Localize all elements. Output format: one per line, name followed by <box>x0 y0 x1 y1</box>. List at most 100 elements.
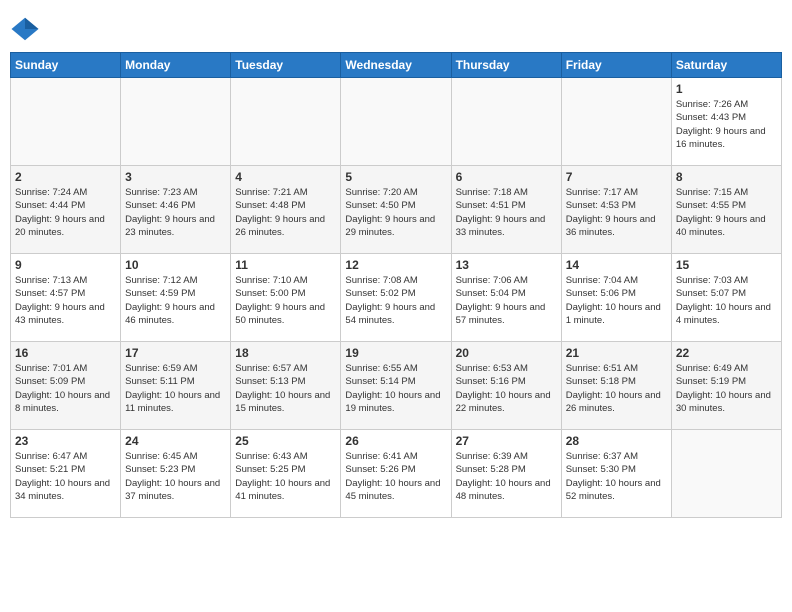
day-number: 5 <box>345 170 446 184</box>
day-info: Sunrise: 7:10 AM Sunset: 5:00 PM Dayligh… <box>235 274 336 327</box>
day-info: Sunrise: 7:06 AM Sunset: 5:04 PM Dayligh… <box>456 274 557 327</box>
day-number: 20 <box>456 346 557 360</box>
weekday-header: Wednesday <box>341 53 451 78</box>
day-number: 9 <box>15 258 116 272</box>
day-info: Sunrise: 6:53 AM Sunset: 5:16 PM Dayligh… <box>456 362 557 415</box>
calendar-cell: 21 Sunrise: 6:51 AM Sunset: 5:18 PM Dayli… <box>561 342 671 430</box>
day-info: Sunrise: 7:24 AM Sunset: 4:44 PM Dayligh… <box>15 186 116 239</box>
calendar-cell <box>561 78 671 166</box>
day-info: Sunrise: 7:21 AM Sunset: 4:48 PM Dayligh… <box>235 186 336 239</box>
day-info: Sunrise: 6:59 AM Sunset: 5:11 PM Dayligh… <box>125 362 226 415</box>
calendar-week-row: 1 Sunrise: 7:26 AM Sunset: 4:43 PM Daylig… <box>11 78 782 166</box>
weekday-header: Thursday <box>451 53 561 78</box>
calendar-cell: 23 Sunrise: 6:47 AM Sunset: 5:21 PM Dayli… <box>11 430 121 518</box>
calendar-cell: 20 Sunrise: 6:53 AM Sunset: 5:16 PM Dayli… <box>451 342 561 430</box>
day-number: 3 <box>125 170 226 184</box>
calendar-cell: 26Sunrise: 6:41 AM Sunset: 5:26 PM Dayli… <box>341 430 451 518</box>
weekday-header: Friday <box>561 53 671 78</box>
day-info: Sunrise: 6:39 AM Sunset: 5:28 PM Dayligh… <box>456 450 557 503</box>
day-number: 26 <box>345 434 446 448</box>
calendar-cell: 27 Sunrise: 6:39 AM Sunset: 5:28 PM Dayli… <box>451 430 561 518</box>
calendar-cell: 10 Sunrise: 7:12 AM Sunset: 4:59 PM Dayli… <box>121 254 231 342</box>
day-number: 15 <box>676 258 777 272</box>
calendar-cell: 6Sunrise: 7:18 AM Sunset: 4:51 PM Daylig… <box>451 166 561 254</box>
calendar-cell: 3 Sunrise: 7:23 AM Sunset: 4:46 PM Daylig… <box>121 166 231 254</box>
weekday-header: Sunday <box>11 53 121 78</box>
day-number: 8 <box>676 170 777 184</box>
calendar-week-row: 9 Sunrise: 7:13 AM Sunset: 4:57 PM Daylig… <box>11 254 782 342</box>
day-number: 19 <box>345 346 446 360</box>
day-number: 28 <box>566 434 667 448</box>
day-info: Sunrise: 6:55 AM Sunset: 5:14 PM Dayligh… <box>345 362 446 415</box>
calendar-cell: 28 Sunrise: 6:37 AM Sunset: 5:30 PM Dayli… <box>561 430 671 518</box>
calendar-cell: 22 Sunrise: 6:49 AM Sunset: 5:19 PM Dayli… <box>671 342 781 430</box>
calendar-cell <box>341 78 451 166</box>
logo-icon <box>10 14 40 44</box>
day-info: Sunrise: 7:12 AM Sunset: 4:59 PM Dayligh… <box>125 274 226 327</box>
day-number: 18 <box>235 346 336 360</box>
calendar-cell: 19 Sunrise: 6:55 AM Sunset: 5:14 PM Dayli… <box>341 342 451 430</box>
calendar-cell: 12Sunrise: 7:08 AM Sunset: 5:02 PM Dayli… <box>341 254 451 342</box>
calendar-cell <box>11 78 121 166</box>
calendar-cell: 2 Sunrise: 7:24 AM Sunset: 4:44 PM Daylig… <box>11 166 121 254</box>
calendar-cell: 25 Sunrise: 6:43 AM Sunset: 5:25 PM Dayli… <box>231 430 341 518</box>
day-info: Sunrise: 7:04 AM Sunset: 5:06 PM Dayligh… <box>566 274 667 327</box>
day-info: Sunrise: 6:51 AM Sunset: 5:18 PM Dayligh… <box>566 362 667 415</box>
page-header <box>10 10 782 44</box>
calendar-cell: 16 Sunrise: 7:01 AM Sunset: 5:09 PM Dayli… <box>11 342 121 430</box>
day-info: Sunrise: 7:23 AM Sunset: 4:46 PM Dayligh… <box>125 186 226 239</box>
day-info: Sunrise: 7:01 AM Sunset: 5:09 PM Dayligh… <box>15 362 116 415</box>
calendar-cell: 14 Sunrise: 7:04 AM Sunset: 5:06 PM Dayli… <box>561 254 671 342</box>
day-number: 21 <box>566 346 667 360</box>
calendar-week-row: 23 Sunrise: 6:47 AM Sunset: 5:21 PM Dayli… <box>11 430 782 518</box>
calendar-cell: 5 Sunrise: 7:20 AM Sunset: 4:50 PM Daylig… <box>341 166 451 254</box>
calendar-cell: 24 Sunrise: 6:45 AM Sunset: 5:23 PM Dayli… <box>121 430 231 518</box>
day-number: 25 <box>235 434 336 448</box>
day-info: Sunrise: 7:13 AM Sunset: 4:57 PM Dayligh… <box>15 274 116 327</box>
calendar-cell: 15 Sunrise: 7:03 AM Sunset: 5:07 PM Dayli… <box>671 254 781 342</box>
day-info: Sunrise: 6:43 AM Sunset: 5:25 PM Dayligh… <box>235 450 336 503</box>
calendar-header-row: SundayMondayTuesdayWednesdayThursdayFrid… <box>11 53 782 78</box>
day-info: Sunrise: 6:47 AM Sunset: 5:21 PM Dayligh… <box>15 450 116 503</box>
day-info: Sunrise: 7:08 AM Sunset: 5:02 PM Dayligh… <box>345 274 446 327</box>
day-info: Sunrise: 6:45 AM Sunset: 5:23 PM Dayligh… <box>125 450 226 503</box>
day-number: 1 <box>676 82 777 96</box>
day-info: Sunrise: 7:03 AM Sunset: 5:07 PM Dayligh… <box>676 274 777 327</box>
calendar-week-row: 2 Sunrise: 7:24 AM Sunset: 4:44 PM Daylig… <box>11 166 782 254</box>
day-number: 23 <box>15 434 116 448</box>
day-number: 2 <box>15 170 116 184</box>
day-number: 13 <box>456 258 557 272</box>
weekday-header: Monday <box>121 53 231 78</box>
day-info: Sunrise: 7:20 AM Sunset: 4:50 PM Dayligh… <box>345 186 446 239</box>
day-number: 22 <box>676 346 777 360</box>
calendar-cell <box>121 78 231 166</box>
calendar-cell: 18 Sunrise: 6:57 AM Sunset: 5:13 PM Dayli… <box>231 342 341 430</box>
calendar-cell <box>451 78 561 166</box>
calendar-table: SundayMondayTuesdayWednesdayThursdayFrid… <box>10 52 782 518</box>
day-number: 16 <box>15 346 116 360</box>
calendar-cell: 8 Sunrise: 7:15 AM Sunset: 4:55 PM Daylig… <box>671 166 781 254</box>
day-number: 11 <box>235 258 336 272</box>
day-info: Sunrise: 7:15 AM Sunset: 4:55 PM Dayligh… <box>676 186 777 239</box>
day-number: 4 <box>235 170 336 184</box>
day-info: Sunrise: 7:17 AM Sunset: 4:53 PM Dayligh… <box>566 186 667 239</box>
day-info: Sunrise: 7:26 AM Sunset: 4:43 PM Dayligh… <box>676 98 777 151</box>
day-number: 7 <box>566 170 667 184</box>
day-info: Sunrise: 6:49 AM Sunset: 5:19 PM Dayligh… <box>676 362 777 415</box>
calendar-cell: 4 Sunrise: 7:21 AM Sunset: 4:48 PM Daylig… <box>231 166 341 254</box>
day-info: Sunrise: 7:18 AM Sunset: 4:51 PM Dayligh… <box>456 186 557 239</box>
day-number: 14 <box>566 258 667 272</box>
day-info: Sunrise: 6:37 AM Sunset: 5:30 PM Dayligh… <box>566 450 667 503</box>
calendar-cell <box>231 78 341 166</box>
calendar-cell: 17 Sunrise: 6:59 AM Sunset: 5:11 PM Dayli… <box>121 342 231 430</box>
calendar-cell: 7 Sunrise: 7:17 AM Sunset: 4:53 PM Daylig… <box>561 166 671 254</box>
calendar-week-row: 16 Sunrise: 7:01 AM Sunset: 5:09 PM Dayli… <box>11 342 782 430</box>
logo <box>10 14 44 44</box>
day-number: 27 <box>456 434 557 448</box>
day-number: 24 <box>125 434 226 448</box>
calendar-cell: 9 Sunrise: 7:13 AM Sunset: 4:57 PM Daylig… <box>11 254 121 342</box>
day-number: 10 <box>125 258 226 272</box>
day-info: Sunrise: 6:57 AM Sunset: 5:13 PM Dayligh… <box>235 362 336 415</box>
day-number: 17 <box>125 346 226 360</box>
calendar-cell: 11 Sunrise: 7:10 AM Sunset: 5:00 PM Dayli… <box>231 254 341 342</box>
